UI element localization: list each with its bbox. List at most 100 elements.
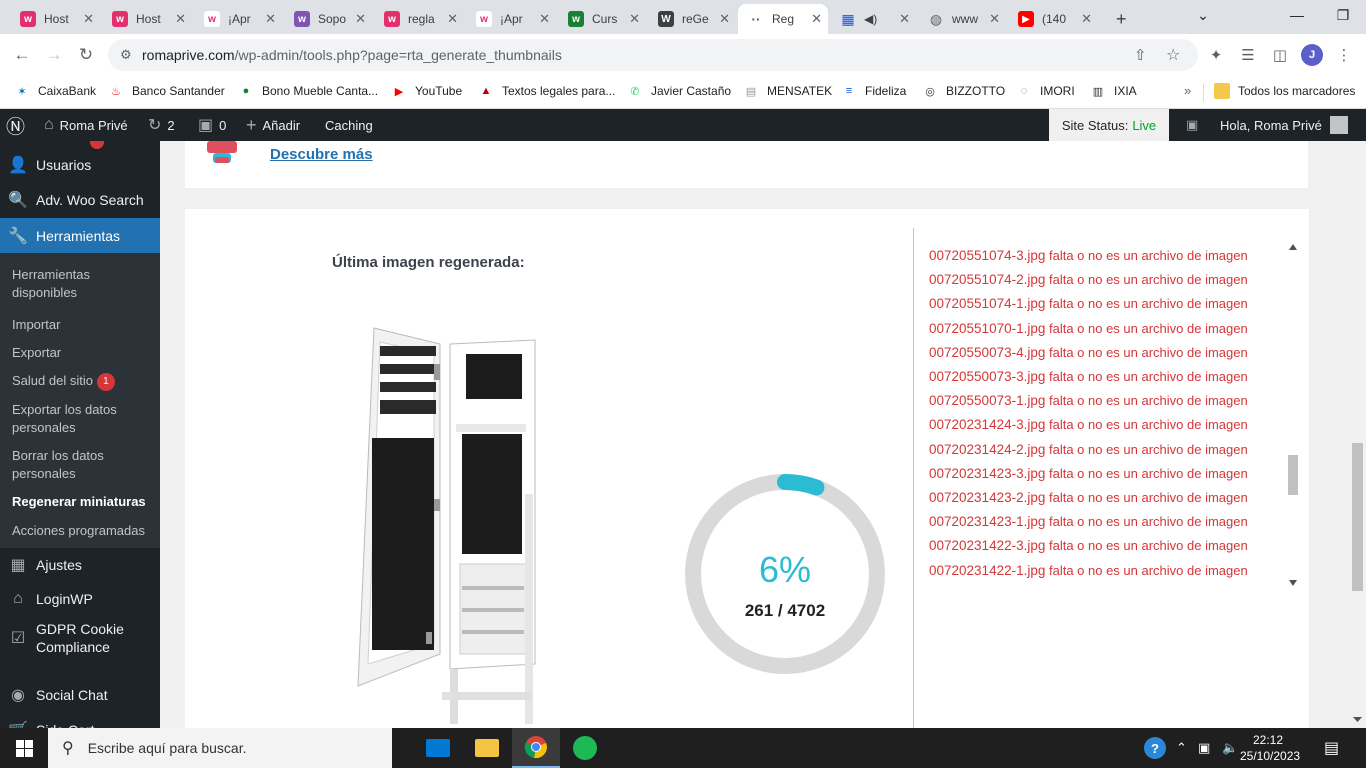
notification-center-icon[interactable]: ▤ <box>1324 728 1339 768</box>
sidebar-item[interactable]: ⌂ LoginWP <box>0 582 160 616</box>
profile-avatar[interactable]: J <box>1300 43 1324 67</box>
submenu-item[interactable]: Borrar los datos personales <box>12 447 152 483</box>
browser-tab[interactable]: ▦ ◀) ✕ <box>830 4 916 34</box>
scroll-up-icon[interactable] <box>1289 244 1297 250</box>
browser-tab[interactable]: w Host ✕ <box>10 4 100 34</box>
network-icon[interactable]: ▣ <box>1198 728 1210 768</box>
submenu-item[interactable]: Regenerar miniaturas <box>12 493 152 511</box>
browser-tab[interactable]: w regla ✕ <box>374 4 464 34</box>
help-icon[interactable]: ? <box>1144 728 1166 768</box>
close-tab-icon[interactable]: ✕ <box>899 11 910 27</box>
sidebar-item[interactable]: ☑ GDPR Cookie Compliance <box>0 616 160 660</box>
bookmark-item[interactable]: ▥ IXIA <box>1090 83 1137 99</box>
browser-tab[interactable]: WreGe ✕ <box>648 4 736 34</box>
bookmark-item[interactable]: ✶ CaixaBank <box>14 83 96 99</box>
browser-tab[interactable]: w Sopo ✕ <box>284 4 372 34</box>
back-button[interactable]: ← <box>8 41 36 69</box>
tab-search-icon[interactable]: ⌄ <box>1180 0 1226 30</box>
close-tab-icon[interactable]: ✕ <box>447 11 458 27</box>
submenu-item[interactable]: Importar <box>12 316 152 334</box>
close-tab-icon[interactable]: ✕ <box>719 11 730 27</box>
reload-button[interactable]: ↻ <box>72 41 100 69</box>
close-tab-icon[interactable]: ✕ <box>265 11 276 27</box>
close-tab-icon[interactable]: ✕ <box>989 11 1000 27</box>
media-control-icon[interactable]: ☰ <box>1236 43 1260 67</box>
log-entry: 00720550073-3.jpg falta o no es un archi… <box>929 369 1248 384</box>
submenu-item[interactable]: Exportar los datos personales <box>12 401 152 437</box>
scroll-down-icon[interactable] <box>1289 580 1297 586</box>
sidebar-item[interactable]: 👤 Usuarios <box>0 148 160 182</box>
submenu-item-label: Herramientas disponibles <box>12 267 91 300</box>
site-status-indicator[interactable]: Site Status: Live <box>1049 109 1169 141</box>
minimize-button[interactable]: — <box>1274 0 1320 30</box>
admin-bar-notifications[interactable]: ▣ <box>1186 109 1204 141</box>
forward-button[interactable]: → <box>40 41 68 69</box>
windows-start-button[interactable] <box>0 728 48 768</box>
maximize-button[interactable]: ❐ <box>1320 0 1366 30</box>
sidebar-item[interactable]: 🛒Side Cart <box>0 713 160 728</box>
page-scrollbar[interactable] <box>1349 141 1366 728</box>
browser-tab[interactable]: ▶ (140 ✕ <box>1008 4 1098 34</box>
taskbar-mail[interactable] <box>414 728 462 768</box>
address-bar[interactable]: ⚙ romaprive.com/wp-admin/tools.php?page=… <box>108 39 1198 71</box>
side-panel-icon[interactable]: ◫ <box>1268 43 1292 67</box>
all-bookmarks-folder[interactable]: Todos los marcadores <box>1214 83 1355 99</box>
close-tab-icon[interactable]: ✕ <box>811 11 822 27</box>
wordpress-logo-icon[interactable]: Ⓝ <box>6 109 25 141</box>
log-scroll-thumb[interactable] <box>1288 455 1298 495</box>
admin-bar-updates[interactable]: ↻ 2 <box>148 109 175 141</box>
site-info-icon[interactable]: ⚙ <box>120 47 132 63</box>
volume-icon[interactable]: 🔈 <box>1222 728 1238 768</box>
browser-tab[interactable]: w ¡Apr ✕ <box>194 4 282 34</box>
taskbar-chrome[interactable] <box>512 728 560 768</box>
admin-bar-caching[interactable]: Caching <box>325 109 373 141</box>
submenu-item[interactable]: Exportar <box>12 344 152 362</box>
close-tab-icon[interactable]: ✕ <box>175 11 186 27</box>
bookmark-item[interactable]: ▤ MENSATEK <box>743 83 832 99</box>
bookmark-item[interactable]: ◎ BIZZOTTO <box>922 83 1005 99</box>
page-scroll-thumb[interactable] <box>1352 443 1363 591</box>
sidebar-item[interactable]: ◉ Social Chat <box>0 678 160 712</box>
share-icon[interactable]: ⇧ <box>1134 46 1147 64</box>
system-clock[interactable]: 22:12 25/10/2023 <box>1240 732 1300 764</box>
extensions-icon[interactable]: ✦ <box>1204 43 1228 67</box>
sidebar-item[interactable]: 🔧 Herramientas <box>0 218 160 253</box>
bookmark-item[interactable]: ▶ YouTube <box>391 83 462 99</box>
bookmark-item[interactable]: ● Bono Mueble Canta... <box>238 83 378 99</box>
close-tab-icon[interactable]: ✕ <box>1081 11 1092 27</box>
bookmark-item[interactable]: ✆ Javier Castaño <box>627 83 731 99</box>
close-tab-icon[interactable]: ✕ <box>355 11 366 27</box>
bookmarks-overflow-icon[interactable]: » <box>1184 83 1191 98</box>
admin-bar-site[interactable]: ⌂ Roma Privé <box>44 109 128 141</box>
audio-playing-icon[interactable]: ◀) <box>864 12 877 26</box>
browser-tab[interactable]: w ¡Apr ✕ <box>466 4 556 34</box>
browser-tab[interactable]: ·· Reg ✕ <box>738 4 828 34</box>
close-tab-icon[interactable]: ✕ <box>629 11 640 27</box>
admin-bar-new[interactable]: + Añadir <box>246 109 300 141</box>
browser-tab[interactable]: ◍ www ✕ <box>918 4 1006 34</box>
bookmark-item[interactable]: ◌ IMORI <box>1016 83 1075 99</box>
submenu-item[interactable]: Herramientas disponibles <box>12 266 152 302</box>
taskbar-search-box[interactable]: ⚲ Escribe aquí para buscar. <box>48 728 392 768</box>
taskbar-explorer[interactable] <box>463 728 511 768</box>
log-scrollbar[interactable] <box>1285 242 1301 592</box>
submenu-item[interactable]: Acciones programadas <box>12 522 152 540</box>
taskbar-spotify[interactable] <box>561 728 609 768</box>
submenu-item[interactable]: Salud del sitio 1 <box>12 372 152 391</box>
browser-tab[interactable]: w Host ✕ <box>102 4 192 34</box>
new-tab-button[interactable]: + <box>1106 4 1134 34</box>
bookmark-item[interactable]: ▲ Textos legales para... <box>478 83 616 99</box>
chrome-menu-icon[interactable]: ⋮ <box>1332 43 1356 67</box>
sidebar-item[interactable]: ▦ Ajustes <box>0 548 160 582</box>
browser-tab[interactable]: w Curs ✕ <box>558 4 646 34</box>
sidebar-item[interactable]: 🔍 Adv. Woo Search <box>0 183 160 217</box>
bookmark-item[interactable]: ♨ Banco Santander <box>108 83 225 99</box>
admin-bar-account[interactable]: Hola, Roma Privé <box>1220 109 1348 141</box>
close-tab-icon[interactable]: ✕ <box>539 11 550 27</box>
bookmark-item[interactable]: ≡ Fideliza <box>841 83 907 99</box>
discover-more-link[interactable]: Descubre más <box>270 146 373 163</box>
bookmark-star-icon[interactable]: ☆ <box>1166 45 1180 65</box>
admin-bar-comments[interactable]: ▣ 0 <box>198 109 226 141</box>
close-tab-icon[interactable]: ✕ <box>83 11 94 27</box>
tray-chevron-icon[interactable]: ⌃ <box>1176 728 1187 768</box>
